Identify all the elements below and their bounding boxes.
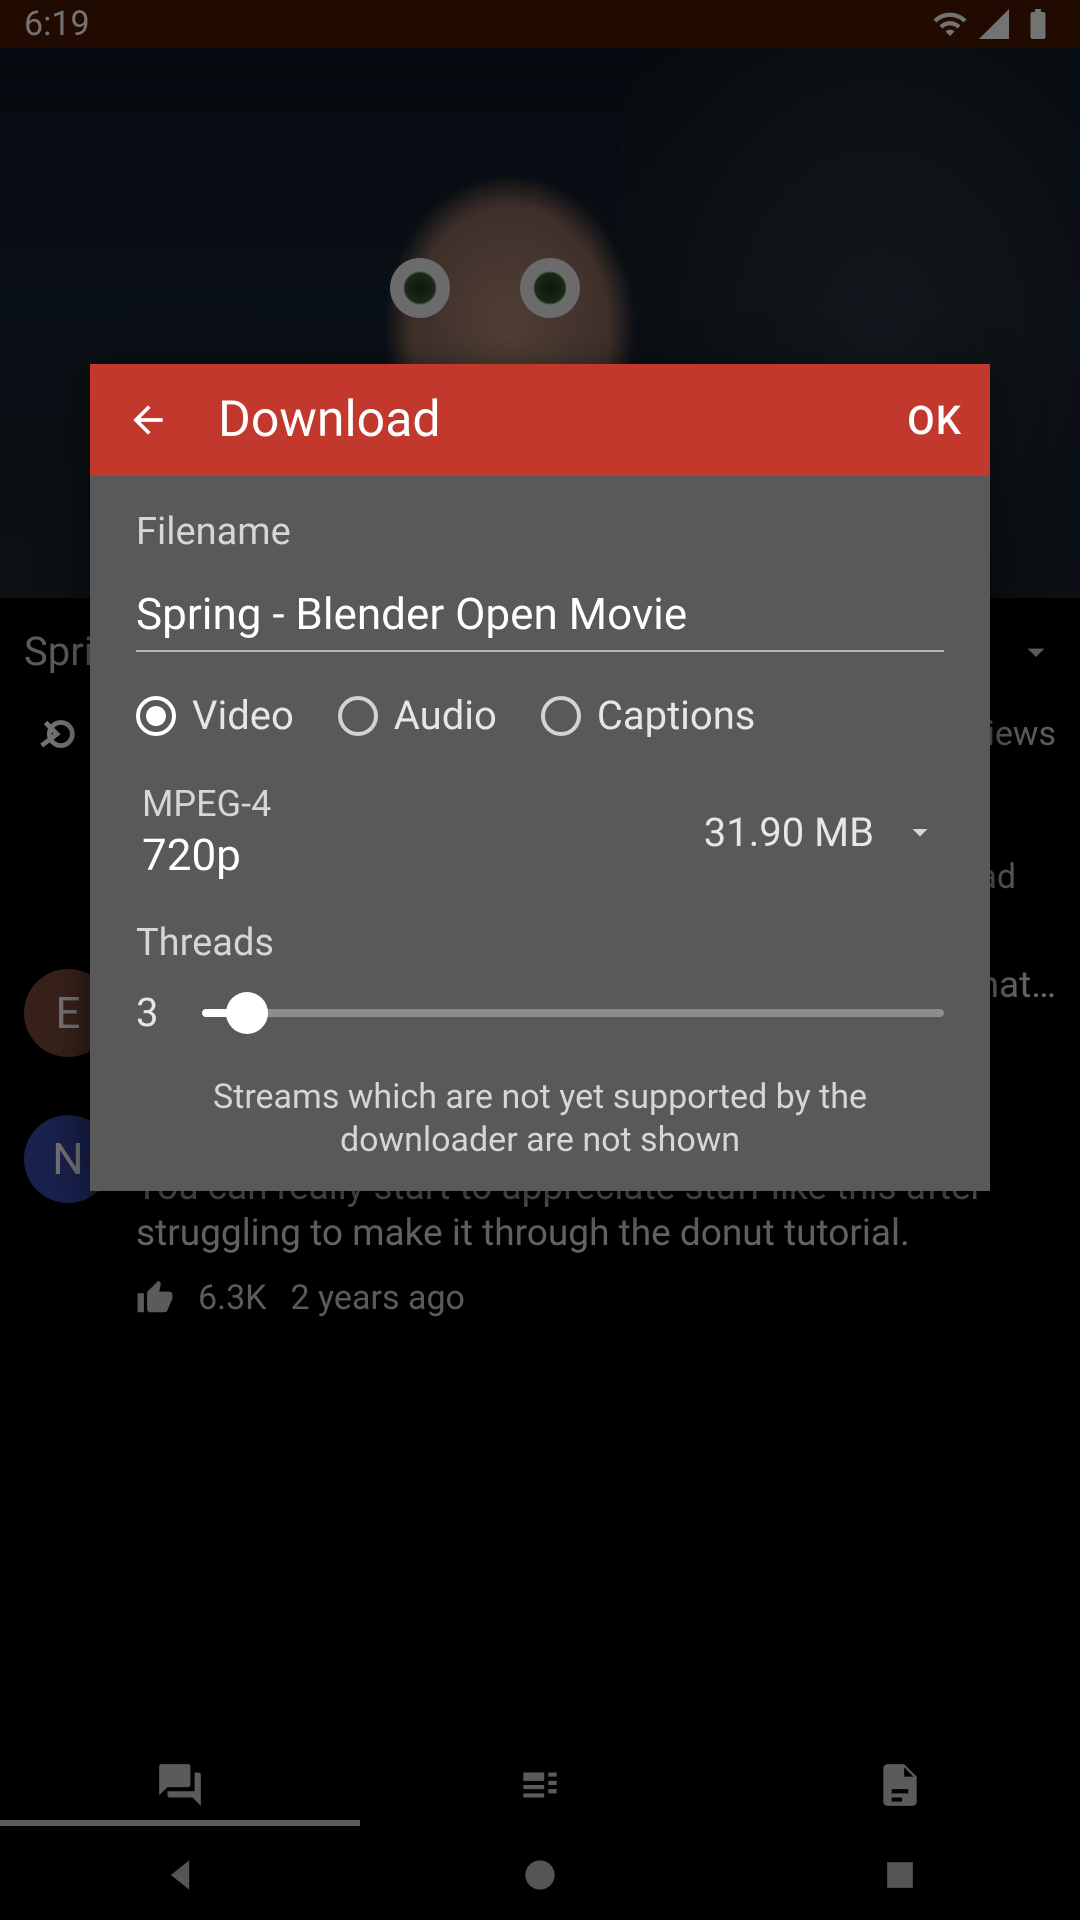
slider-thumb[interactable] xyxy=(226,992,268,1034)
threads-section: Threads 3 xyxy=(136,921,944,1036)
filename-input[interactable]: Spring - Blender Open Movie xyxy=(136,588,944,652)
radio-captions[interactable]: Captions xyxy=(541,692,756,739)
format-selector[interactable]: MPEG-4 720p 31.90 MB xyxy=(136,777,944,915)
arrow-left-icon xyxy=(126,398,170,442)
dialog-note: Streams which are not yet supported by t… xyxy=(136,1076,944,1161)
threads-label: Threads xyxy=(136,921,944,965)
dialog-title: Download xyxy=(218,391,907,449)
radio-video[interactable]: Video xyxy=(136,692,294,739)
back-button[interactable] xyxy=(118,390,178,450)
type-radio-group: Video Audio Captions xyxy=(136,692,944,739)
format-resolution: 720p xyxy=(142,829,271,881)
dialog-header: Download OK xyxy=(90,364,990,476)
threads-value: 3 xyxy=(136,989,168,1036)
format-size: 31.90 MB xyxy=(704,809,874,856)
radio-audio[interactable]: Audio xyxy=(338,692,497,739)
filename-label: Filename xyxy=(136,510,944,554)
ok-button[interactable]: OK xyxy=(907,397,962,444)
download-dialog: Download OK Filename Spring - Blender Op… xyxy=(90,364,990,1191)
threads-slider[interactable] xyxy=(202,1009,944,1017)
dropdown-icon xyxy=(902,814,938,850)
format-codec: MPEG-4 xyxy=(142,783,271,825)
